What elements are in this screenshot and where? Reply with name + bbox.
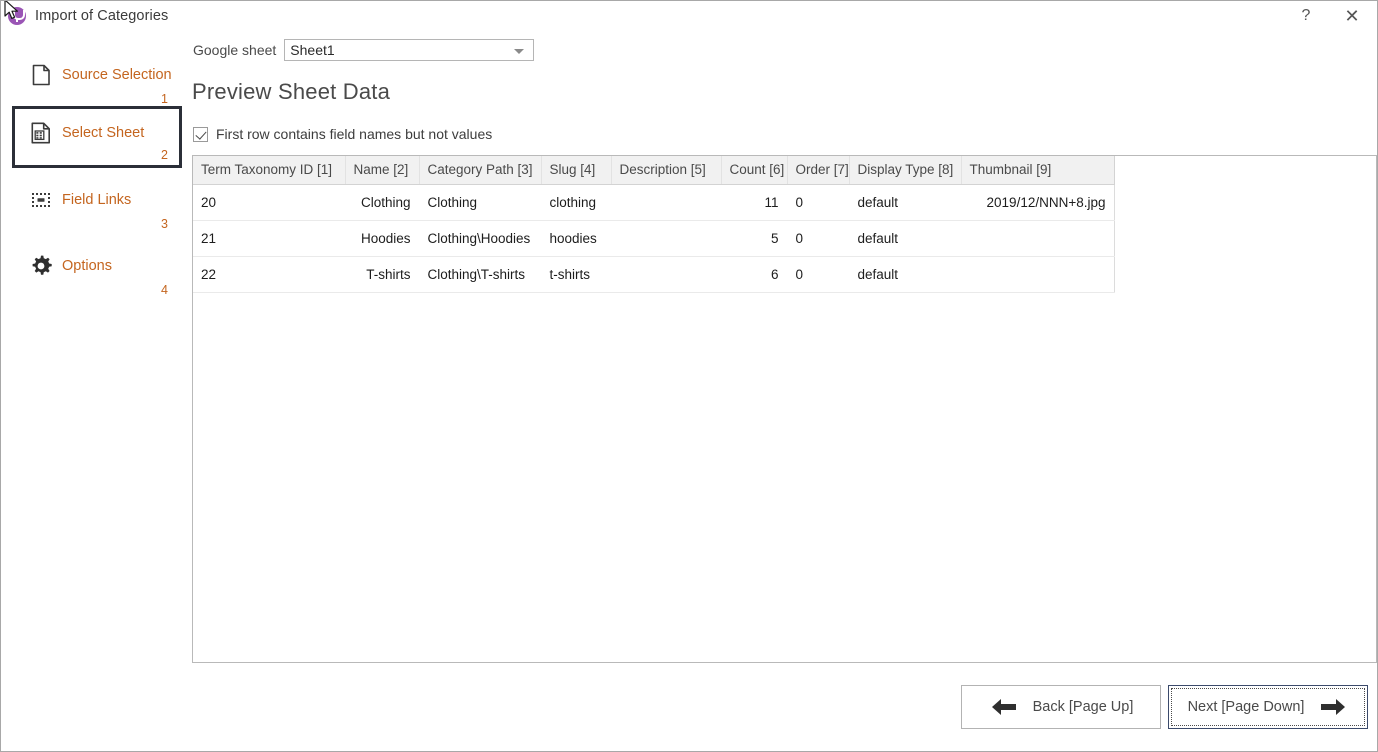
first-row-checkbox-row[interactable]: First row contains field names but not v…	[193, 126, 492, 142]
sidebar-item-row: Options	[12, 253, 182, 279]
cell-order: 0	[787, 184, 849, 220]
column-header-count[interactable]: Count [6]	[721, 156, 787, 184]
sidebar-item-label: Source Selection	[62, 67, 172, 83]
cell-display-type: default	[849, 256, 961, 292]
cell-category-path: Clothing\T-shirts	[419, 256, 541, 292]
cell-category-path: Clothing	[419, 184, 541, 220]
google-sheet-dropdown[interactable]: Sheet1	[284, 39, 534, 61]
sidebar-item-select-sheet[interactable]: Select Sheet 2	[12, 106, 182, 168]
sidebar-item-label: Options	[62, 258, 112, 274]
arrow-right-icon	[1318, 697, 1348, 717]
column-header-thumbnail[interactable]: Thumbnail [9]	[961, 156, 1114, 184]
sidebar-item-field-links[interactable]: Field Links 3	[12, 173, 182, 235]
cell-slug: t-shirts	[541, 256, 611, 292]
cell-category-path: Clothing\Hoodies	[419, 220, 541, 256]
field-links-icon	[26, 188, 56, 212]
cell-thumbnail	[961, 220, 1114, 256]
google-sheet-label: Google sheet	[193, 42, 276, 58]
wizard-sidebar: Source Selection 1	[2, 31, 184, 751]
cell-order: 0	[787, 220, 849, 256]
sidebar-item-number: 3	[161, 217, 168, 231]
cell-description	[611, 184, 721, 220]
grid-header-row: Term Taxonomy ID [1] Name [2] Category P…	[193, 156, 1114, 184]
window-title: Import of Categories	[35, 8, 168, 24]
gear-icon	[26, 254, 56, 278]
column-header-description[interactable]: Description [5]	[611, 156, 721, 184]
column-header-order[interactable]: Order [7]	[787, 156, 849, 184]
cell-slug: clothing	[541, 184, 611, 220]
sidebar-item-options[interactable]: Options 4	[12, 239, 182, 301]
import-of-categories-dialog: Import of Categories ? ✕ Source Selectio…	[0, 0, 1378, 752]
sidebar-item-row: Source Selection	[12, 62, 182, 88]
cell-term-taxonomy-id: 20	[193, 184, 345, 220]
back-button-label: Back [Page Up]	[1033, 699, 1134, 715]
back-button[interactable]: Back [Page Up]	[961, 685, 1161, 729]
cell-slug: hoodies	[541, 220, 611, 256]
next-button-label: Next [Page Down]	[1188, 699, 1305, 715]
help-button[interactable]: ?	[1283, 1, 1329, 31]
cell-description	[611, 220, 721, 256]
column-header-term-taxonomy-id[interactable]: Term Taxonomy ID [1]	[193, 156, 345, 184]
cell-term-taxonomy-id: 22	[193, 256, 345, 292]
first-row-checkbox-label: First row contains field names but not v…	[216, 126, 492, 142]
cell-count: 11	[721, 184, 787, 220]
cell-display-type: default	[849, 220, 961, 256]
title-bar: Import of Categories ? ✕	[1, 1, 1377, 31]
preview-data-grid: Term Taxonomy ID [1] Name [2] Category P…	[193, 156, 1115, 293]
close-button[interactable]: ✕	[1329, 1, 1375, 31]
sidebar-item-number: 4	[161, 283, 168, 297]
table-row[interactable]: 21 Hoodies Clothing\Hoodies hoodies 5 0 …	[193, 220, 1114, 256]
main-pane: Google sheet Sheet1 Preview Sheet Data F…	[184, 31, 1377, 751]
column-header-name[interactable]: Name [2]	[345, 156, 419, 184]
cell-count: 6	[721, 256, 787, 292]
next-button[interactable]: Next [Page Down]	[1168, 685, 1368, 729]
column-header-category-path[interactable]: Category Path [3]	[419, 156, 541, 184]
column-header-slug[interactable]: Slug [4]	[541, 156, 611, 184]
arrow-left-icon	[989, 697, 1019, 717]
sidebar-item-label: Select Sheet	[62, 125, 144, 141]
cell-name: Hoodies	[345, 220, 419, 256]
first-row-checkbox[interactable]	[193, 127, 208, 142]
page-title: Preview Sheet Data	[192, 79, 390, 105]
sidebar-item-row: Field Links	[12, 187, 182, 213]
column-header-display-type[interactable]: Display Type [8]	[849, 156, 961, 184]
sidebar-item-source-selection[interactable]: Source Selection 1	[12, 48, 182, 110]
spreadsheet-icon	[26, 121, 56, 145]
app-logo-icon	[8, 7, 26, 25]
preview-grid-container[interactable]: Term Taxonomy ID [1] Name [2] Category P…	[192, 155, 1377, 663]
sidebar-item-row: Select Sheet	[15, 120, 179, 146]
document-icon	[26, 63, 56, 87]
sidebar-item-label: Field Links	[62, 192, 131, 208]
cell-order: 0	[787, 256, 849, 292]
sidebar-item-number: 2	[161, 148, 168, 162]
cell-thumbnail	[961, 256, 1114, 292]
google-sheet-row: Google sheet Sheet1	[193, 39, 534, 61]
sidebar-item-number: 1	[161, 92, 168, 106]
dialog-footer: Back [Page Up] Next [Page Down]	[1, 671, 1377, 751]
cell-count: 5	[721, 220, 787, 256]
cell-display-type: default	[849, 184, 961, 220]
cell-description	[611, 256, 721, 292]
table-row[interactable]: 20 Clothing Clothing clothing 11 0 defau…	[193, 184, 1114, 220]
cell-name: T-shirts	[345, 256, 419, 292]
cell-term-taxonomy-id: 21	[193, 220, 345, 256]
cell-name: Clothing	[345, 184, 419, 220]
chevron-down-icon	[514, 49, 524, 54]
table-row[interactable]: 22 T-shirts Clothing\T-shirts t-shirts 6…	[193, 256, 1114, 292]
cell-thumbnail: 2019/12/NNN+8.jpg	[961, 184, 1114, 220]
google-sheet-value: Sheet1	[290, 42, 334, 58]
